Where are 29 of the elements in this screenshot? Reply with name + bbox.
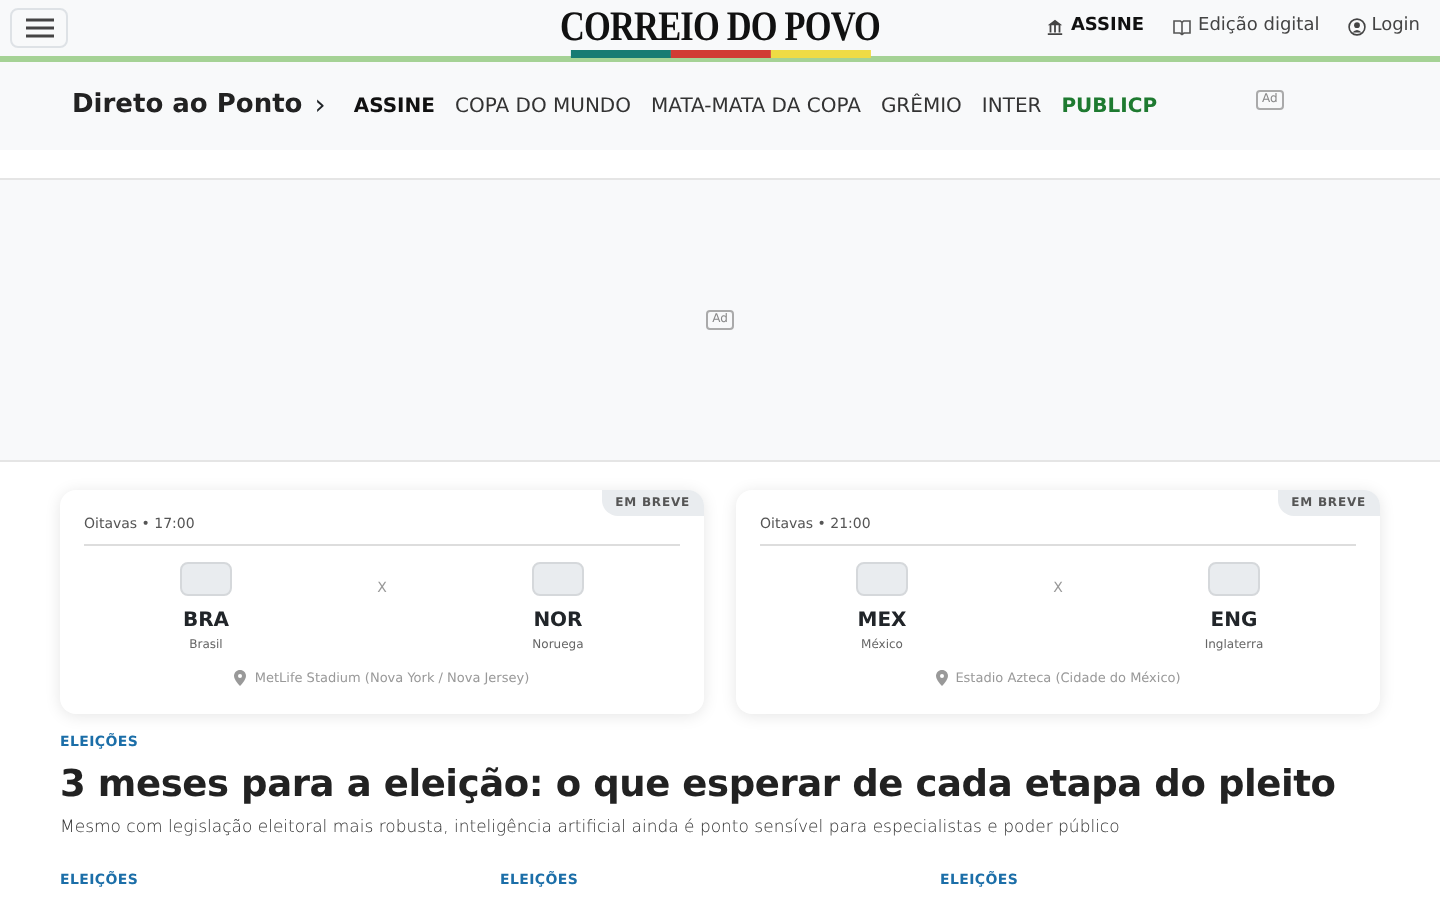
- nav-link[interactable]: PUBLICP: [1061, 91, 1158, 121]
- team-code: ENG: [1210, 607, 1258, 635]
- section-title[interactable]: Direto ao Ponto: [72, 86, 303, 126]
- headline[interactable]: 3 meses para a eleição: o que esperar de cada etapa do pleito: [60, 759, 1380, 811]
- menu-button[interactable]: [10, 8, 68, 48]
- team-code: NOR: [533, 607, 583, 635]
- team-code: BRA: [182, 607, 230, 635]
- chevron[interactable]: ›: [314, 85, 326, 127]
- flag-placeholder: [180, 561, 232, 595]
- flag-placeholder: [1207, 561, 1260, 595]
- flag-placeholder: [531, 561, 584, 595]
- nav-link[interactable]: INTER: [981, 91, 1042, 121]
- nav-link[interactable]: MATA-MATA DA COPA: [651, 91, 861, 121]
- pin-icon: [935, 670, 948, 687]
- summary: Mesmo com legislação eleitoral mais robusta, inteligência artificial ainda é ponto sensível para especialistas e poder público: [60, 815, 1122, 841]
- nav-link[interactable]: GRÊMIO: [880, 91, 962, 121]
- nav-link[interactable]: COPA DO MUNDO: [454, 91, 631, 121]
- book-icon: [1172, 18, 1193, 37]
- pin-icon: [234, 670, 247, 687]
- building-icon: [1046, 18, 1065, 37]
- user-icon: [1347, 18, 1366, 37]
- logo[interactable]: CORREIO DO POVO: [560, 0, 880, 52]
- header-link[interactable]: Login: [1347, 14, 1420, 41]
- menu-icon: [25, 18, 53, 38]
- team-code: MEX: [857, 607, 907, 635]
- header-link[interactable]: Edição digital: [1172, 14, 1320, 41]
- nav-link[interactable]: ASSINE: [353, 91, 435, 121]
- flag-placeholder: [856, 561, 908, 595]
- header-link[interactable]: ASSINE: [1046, 14, 1145, 41]
